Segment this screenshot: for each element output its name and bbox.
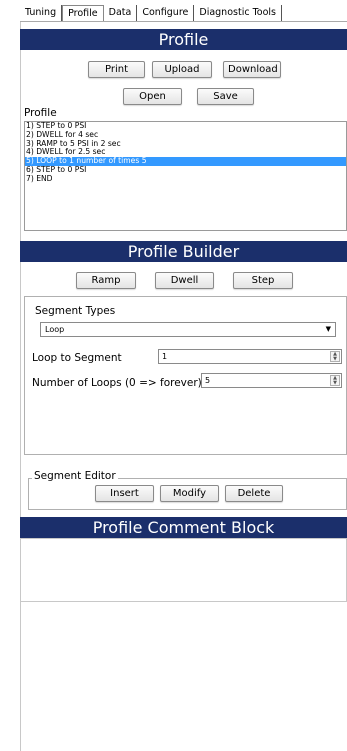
segment-editor-label: Segment Editor [32,470,118,482]
profile-header: Profile [20,29,347,50]
modify-button[interactable]: Modify [160,485,219,502]
insert-button[interactable]: Insert [95,485,154,502]
list-item[interactable]: 7) END [25,174,346,184]
tab-configure[interactable]: Configure [137,5,195,21]
number-of-loops-value: 5 [205,376,211,385]
loop-to-segment-input[interactable]: 1 ▲ ▼ [158,349,342,364]
open-button[interactable]: Open [123,88,182,105]
profile-builder-header: Profile Builder [20,241,347,262]
ramp-button[interactable]: Ramp [76,272,136,289]
comment-block-header: Profile Comment Block [20,517,347,538]
tab-profile[interactable]: Profile [62,5,104,21]
loop-to-segment-value: 1 [162,352,168,361]
step-button[interactable]: Step [233,272,293,289]
loop-to-segment-label: Loop to Segment [32,352,122,364]
segment-type-value: Loop [45,325,65,334]
tab-data[interactable]: Data [104,5,138,21]
number-of-loops-input[interactable]: 5 ▲ ▼ [201,373,342,388]
panel-border [20,22,21,751]
tab-tuning[interactable]: Tuning [20,5,63,21]
spinner-arrows-icon[interactable]: ▲ ▼ [330,375,340,386]
save-button[interactable]: Save [197,88,254,105]
download-button[interactable]: Download [223,61,281,78]
profile-list[interactable]: 1) STEP to 0 PSI 2) DWELL for 4 sec 3) R… [24,121,347,231]
tab-divider [20,21,347,22]
comment-textarea[interactable] [20,538,347,602]
upload-button[interactable]: Upload [152,61,212,78]
list-item[interactable]: 6) STEP to 0 PSI [25,165,346,175]
tab-diagnostic-tools[interactable]: Diagnostic Tools [194,5,282,21]
chevron-down-icon[interactable]: ▼ [326,323,331,336]
dwell-button[interactable]: Dwell [155,272,214,289]
profile-list-label: Profile [24,107,57,119]
segment-types-label: Segment Types [35,305,116,317]
tab-bar: Tuning Profile Data Configure Diagnostic… [20,5,282,21]
spinner-arrows-icon[interactable]: ▲ ▼ [330,351,340,362]
print-button[interactable]: Print [88,61,145,78]
number-of-loops-label: Number of Loops (0 => forever) [32,377,202,389]
segment-type-select[interactable]: Loop ▼ [40,322,336,337]
delete-button[interactable]: Delete [225,485,283,502]
